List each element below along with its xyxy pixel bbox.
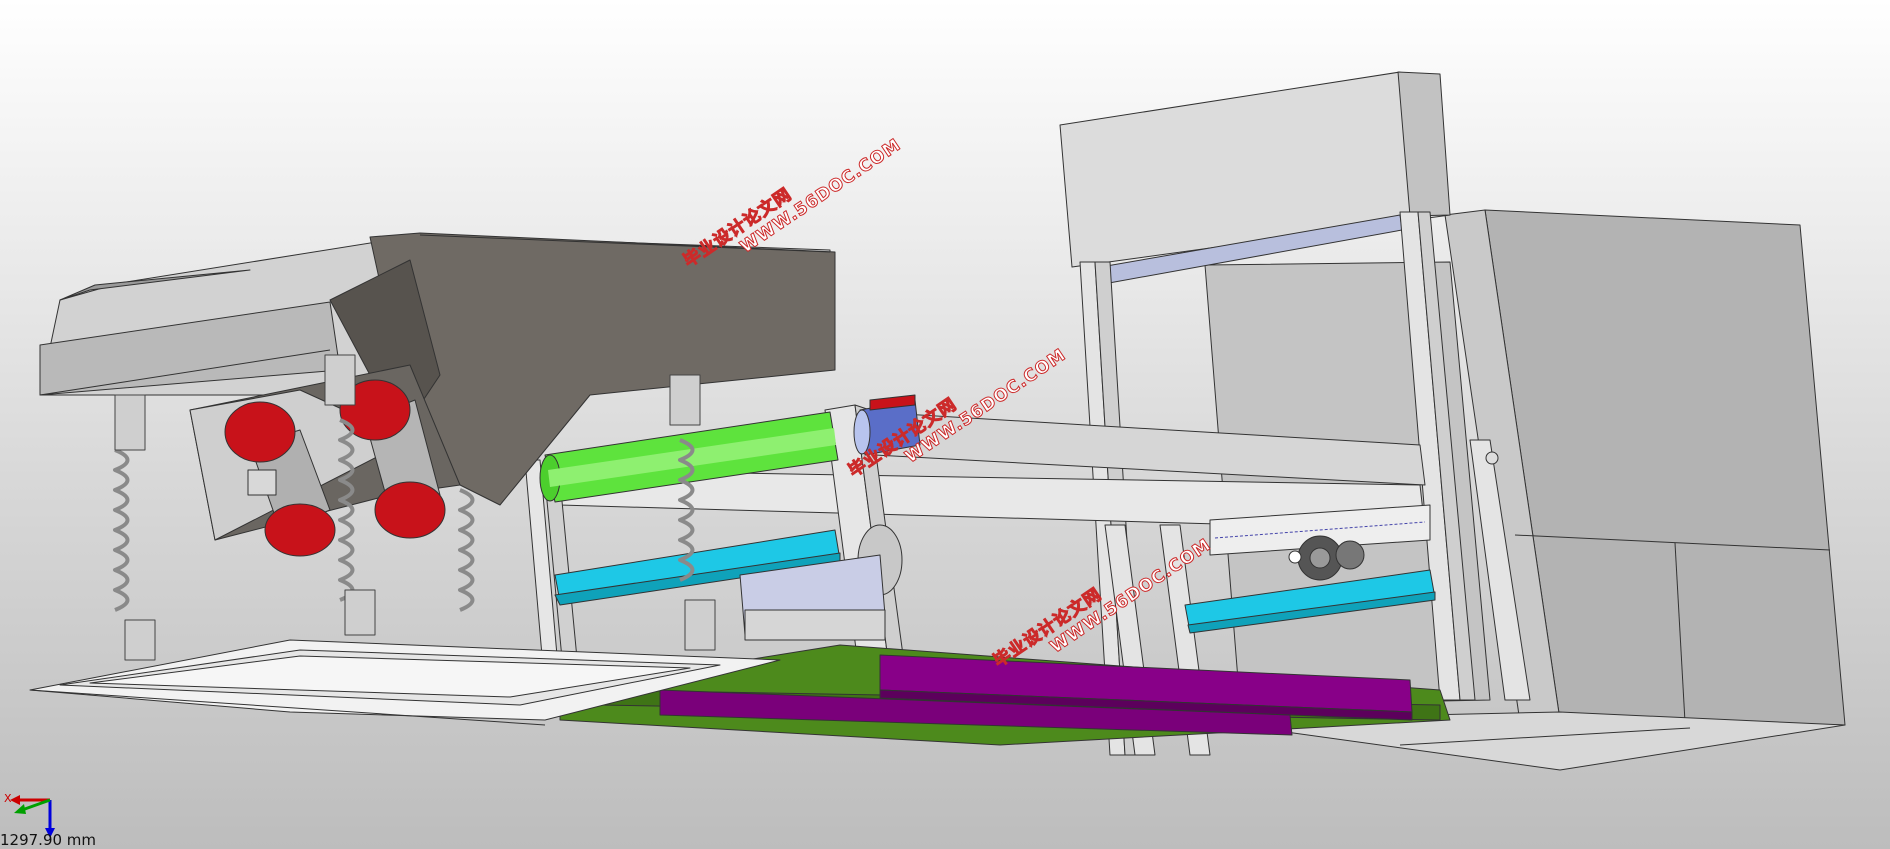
spring-front-left[interactable]: [113, 394, 156, 661]
x-axis-label: X: [4, 792, 12, 805]
top-housing[interactable]: [1059, 71, 1451, 286]
scale-readout: 1297.90 mm: [0, 831, 97, 849]
cad-viewport[interactable]: 毕业设计论文网 WWW.56DOC.COM 毕业设计论文网 WWW.56DOC.…: [0, 0, 1890, 849]
spring-rear-right[interactable]: [669, 374, 716, 651]
